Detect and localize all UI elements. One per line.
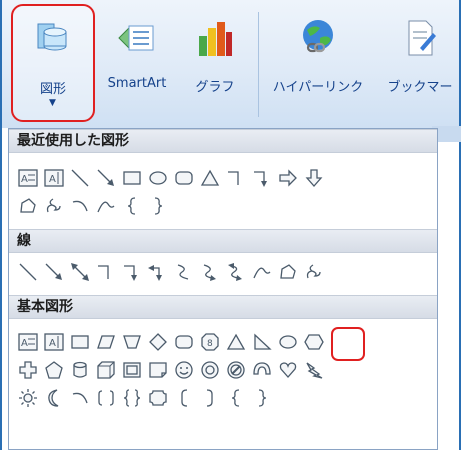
bar-chart-icon [199, 22, 232, 56]
right-bracket-icon[interactable] [197, 385, 223, 411]
heart-icon[interactable] [275, 357, 301, 383]
triangle-icon[interactable] [197, 165, 223, 191]
elbow-arrow-connector-icon[interactable] [249, 165, 275, 191]
right-triangle-icon[interactable] [249, 329, 275, 355]
line-icon[interactable] [15, 259, 41, 285]
oval-icon[interactable] [275, 329, 301, 355]
scribble-icon[interactable] [301, 259, 327, 285]
lightning-bolt-icon[interactable] [301, 357, 327, 383]
arrow-line-icon[interactable] [41, 259, 67, 285]
rectangle-icon[interactable] [67, 329, 93, 355]
shapes-gallery-dropdown: 最近使用した図形 A A 線 基本図形 A A 8 [8, 128, 438, 450]
left-brace-icon[interactable] [223, 385, 249, 411]
section-header-basic: 基本図形 [9, 295, 437, 319]
can-icon[interactable] [67, 357, 93, 383]
right-brace-icon[interactable] [249, 385, 275, 411]
text-box-icon[interactable]: A [15, 165, 41, 191]
scribble-icon[interactable] [41, 193, 67, 219]
ribbon: 図形 ▼ SmartArt グラフ ハイパーリンク ブックマー [2, 0, 461, 142]
text-box-icon[interactable]: A [15, 329, 41, 355]
double-bracket-icon[interactable] [93, 385, 119, 411]
curve-icon[interactable] [93, 193, 119, 219]
rounded-rectangle-icon[interactable] [171, 329, 197, 355]
vertical-text-box-icon[interactable]: A [41, 329, 67, 355]
globe-link-icon [303, 20, 333, 53]
rounded-rectangle-icon[interactable] [171, 165, 197, 191]
group-separator [258, 12, 259, 117]
double-arrow-line-icon[interactable] [67, 259, 93, 285]
graph-label: グラフ [195, 80, 235, 95]
curved-connector-icon[interactable] [171, 259, 197, 285]
highlight-right-triangle [331, 327, 365, 361]
donut-icon[interactable] [197, 357, 223, 383]
svg-text:8: 8 [207, 339, 213, 349]
shapes-icon [37, 23, 67, 51]
smartart-label: SmartArt [107, 76, 167, 91]
arrow-line-icon[interactable] [93, 165, 119, 191]
elbow-arrow-connector-icon[interactable] [119, 259, 145, 285]
plaque-icon[interactable] [145, 385, 171, 411]
svg-text:A: A [49, 338, 56, 349]
smiley-face-icon[interactable] [171, 357, 197, 383]
line-icon[interactable] [67, 165, 93, 191]
section-header-recent: 最近使用した図形 [9, 129, 437, 153]
elbow-connector-icon[interactable] [223, 165, 249, 191]
octagon-icon[interactable]: 8 [197, 329, 223, 355]
moon-icon[interactable] [41, 385, 67, 411]
left-bracket-icon[interactable] [171, 385, 197, 411]
graph-button[interactable]: グラフ [180, 4, 250, 122]
bookmark-label: ブックマー [387, 80, 453, 95]
bookmark-button[interactable]: ブックマー [370, 4, 461, 122]
folded-corner-icon[interactable] [145, 357, 171, 383]
dropdown-arrow-icon: ▼ [49, 98, 56, 108]
bookmark-icon [408, 20, 436, 56]
parallelogram-icon[interactable] [93, 329, 119, 355]
curved-double-arrow-icon[interactable] [223, 259, 249, 285]
right-arrow-icon[interactable] [275, 165, 301, 191]
isosceles-triangle-icon[interactable] [223, 329, 249, 355]
shapes-button[interactable]: 図形 ▼ [11, 4, 95, 122]
svg-text:A: A [49, 174, 56, 185]
hyperlink-label: ハイパーリンク [272, 80, 364, 95]
shapes-label: 図形 [39, 82, 66, 97]
elbow-connector-icon[interactable] [93, 259, 119, 285]
rectangle-icon[interactable] [119, 165, 145, 191]
sun-icon[interactable] [15, 385, 41, 411]
bevel-icon[interactable] [119, 357, 145, 383]
cross-icon[interactable] [15, 357, 41, 383]
double-brace-icon[interactable] [119, 385, 145, 411]
arc-icon[interactable] [67, 193, 93, 219]
vertical-text-box-icon[interactable]: A [41, 165, 67, 191]
elbow-double-arrow-icon[interactable] [145, 259, 171, 285]
diamond-icon[interactable] [145, 329, 171, 355]
right-brace-icon[interactable] [145, 193, 171, 219]
no-symbol-icon[interactable] [223, 357, 249, 383]
left-brace-icon[interactable] [119, 193, 145, 219]
section-header-lines: 線 [9, 229, 437, 253]
hexagon-icon[interactable] [301, 329, 327, 355]
cube-icon[interactable] [93, 357, 119, 383]
hyperlink-button[interactable]: ハイパーリンク [266, 4, 370, 122]
freeform-icon[interactable] [15, 193, 41, 219]
freeform-icon[interactable] [275, 259, 301, 285]
oval-icon[interactable] [145, 165, 171, 191]
smartart-icon [118, 25, 154, 51]
trapezoid-icon[interactable] [119, 329, 145, 355]
svg-text:A: A [21, 174, 28, 185]
smartart-button[interactable]: SmartArt [92, 4, 182, 122]
curve-icon[interactable] [249, 259, 275, 285]
arc-icon[interactable] [67, 385, 93, 411]
block-arc-icon[interactable] [249, 357, 275, 383]
svg-text:A: A [21, 338, 28, 349]
down-arrow-icon[interactable] [301, 165, 327, 191]
curved-arrow-connector-icon[interactable] [197, 259, 223, 285]
pentagon-icon[interactable] [41, 357, 67, 383]
